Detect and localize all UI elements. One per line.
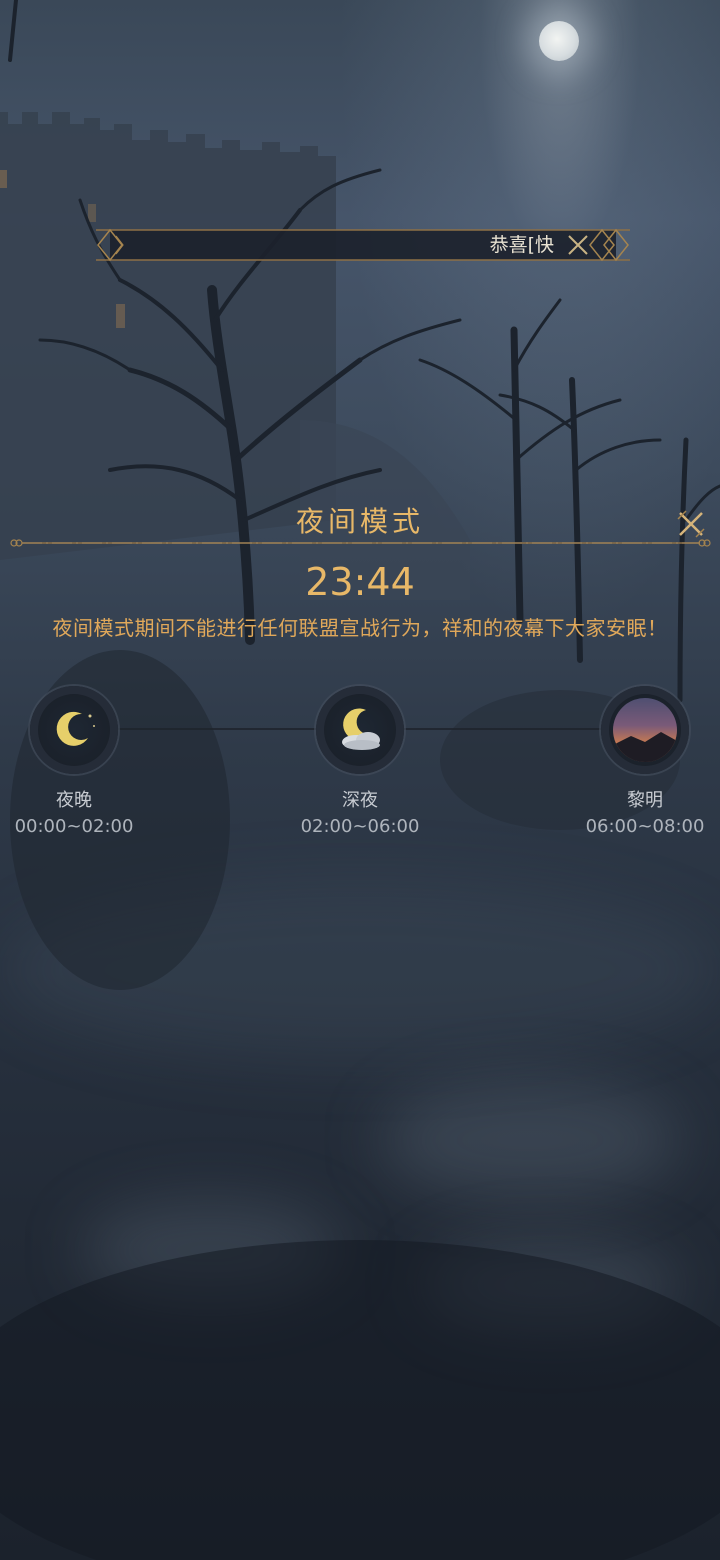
ground-shadow xyxy=(0,1240,720,1560)
close-icon[interactable] xyxy=(676,509,706,539)
moon-cloud-icon xyxy=(316,686,404,774)
current-time: 23:44 xyxy=(305,560,415,604)
phase-dawn: 黎明 06:00~08:00 xyxy=(570,686,720,837)
crescent-moon-icon xyxy=(30,686,118,774)
panel-title: 夜间模式 xyxy=(295,505,424,538)
night-mode-screen: 恭喜[快 夜间模式 23:44 夜间模式期间不能进行任何联盟宣战行为，祥和的夜幕… xyxy=(0,0,720,1560)
phase-time: 00:00~02:00 xyxy=(14,816,134,837)
phase-name: 黎明 xyxy=(627,790,663,811)
castle-window xyxy=(116,304,125,328)
castle-window xyxy=(88,204,96,222)
castle-silhouette xyxy=(0,112,336,560)
phase-deep-night: 深夜 02:00~06:00 xyxy=(285,686,435,837)
crossed-swords-icon[interactable] xyxy=(566,233,590,257)
castle-window xyxy=(0,170,7,188)
dawn-sky-icon xyxy=(601,686,689,774)
marquee-text: 恭喜[快 xyxy=(489,234,554,256)
phase-name: 夜晚 xyxy=(56,790,92,811)
announcement-marquee: 恭喜[快 xyxy=(96,227,630,263)
phase-name: 深夜 xyxy=(342,790,378,811)
phase-time: 06:00~08:00 xyxy=(585,816,705,837)
title-divider xyxy=(10,539,711,547)
phase-night: 夜晚 00:00~02:00 xyxy=(0,686,149,837)
phase-time: 02:00~06:00 xyxy=(300,816,420,837)
night-mode-description: 夜间模式期间不能进行任何联盟宣战行为，祥和的夜幕下大家安眠！ xyxy=(52,616,668,640)
